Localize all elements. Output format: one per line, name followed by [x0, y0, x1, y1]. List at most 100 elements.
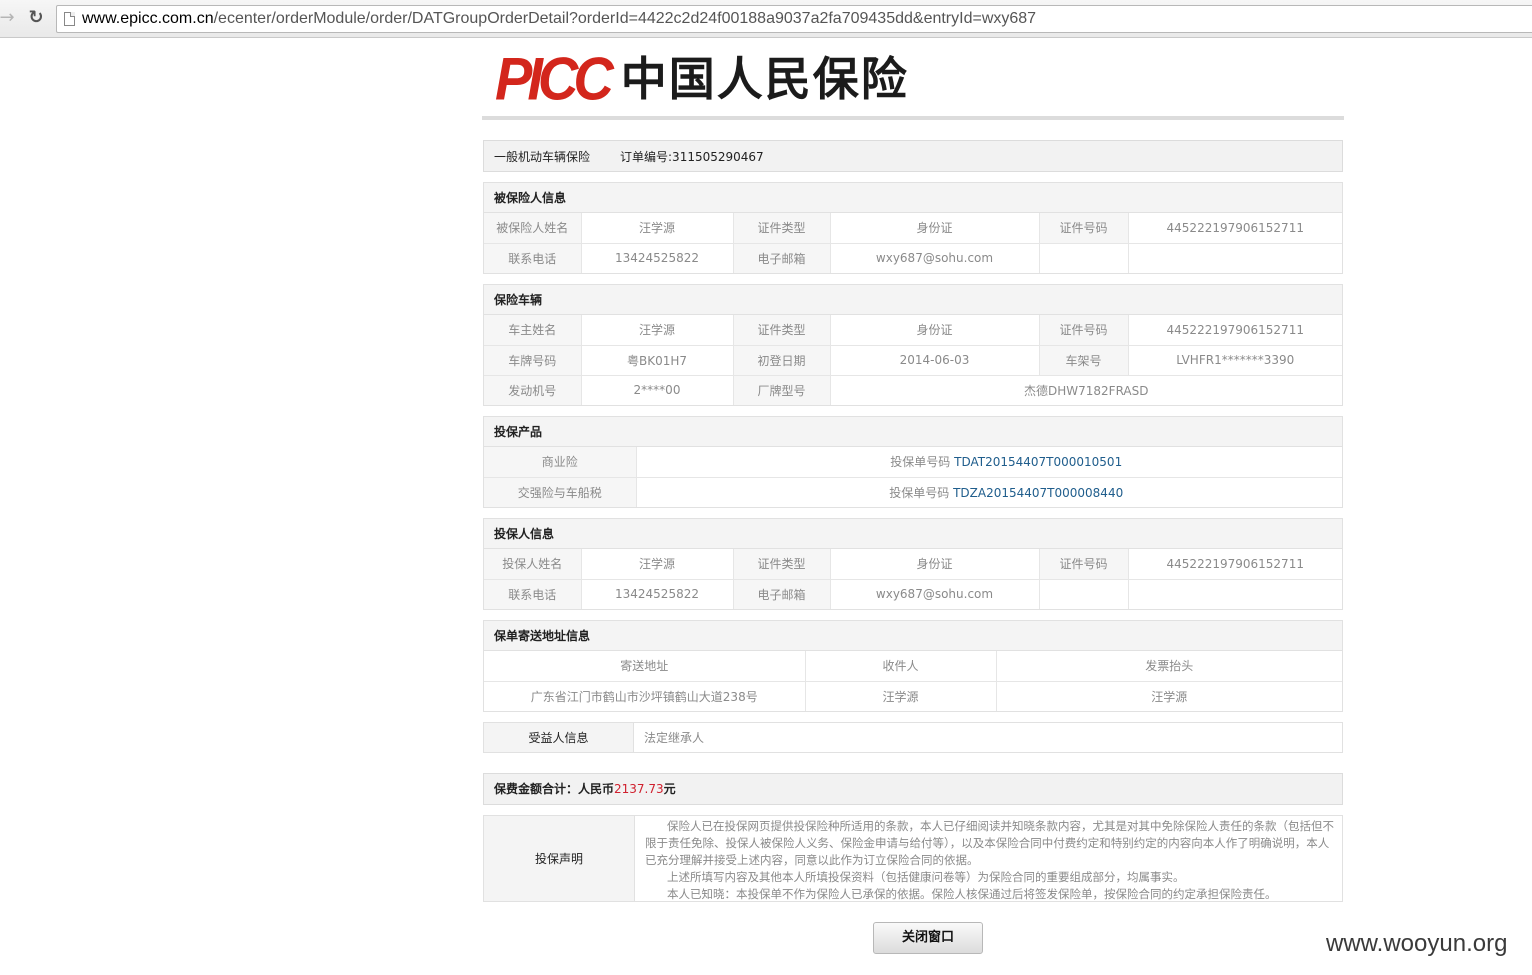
table-cell: 初登日期	[732, 344, 831, 376]
url-path: /ecenter/orderModule/order/DATGroupOrder…	[213, 10, 1037, 27]
table-cell: 13424525822	[580, 578, 734, 609]
insurance-category: 一般机动车辆保险	[494, 149, 591, 164]
table-cell	[1038, 578, 1129, 609]
watermark: www.wooyun.org	[1326, 930, 1508, 957]
premium-amount: 2137.73	[614, 782, 664, 796]
table-row: 车主姓名 汪学源 证件类型 身份证 证件号码 44522219790615271…	[484, 315, 1342, 346]
vehicle-table: 车主姓名 汪学源 证件类型 身份证 证件号码 44522219790615271…	[484, 315, 1342, 405]
vehicle-model: 杰德DHW7182FRASD	[829, 374, 1342, 405]
table-cell: 被保险人姓名	[484, 213, 582, 244]
section-title: 被保险人信息	[484, 183, 1342, 213]
declaration-text: 保险人已在投保网页提供投保险种所适用的条款，本人已仔细阅读并知晓条款内容，尤其是…	[635, 816, 1342, 901]
table-cell: wxy687@sohu.com	[829, 242, 1040, 273]
table-cell: 证件类型	[732, 213, 831, 244]
delivery-section: 保单寄送地址信息 寄送地址 收件人 发票抬头 广东省江门市鹤山市沙坪镇鹤山大道2…	[483, 620, 1343, 712]
table-cell	[1127, 578, 1342, 609]
table-cell: 2014-06-03	[829, 344, 1040, 376]
product-number-cell: 投保单号码 TDZA20154407T000008440	[635, 476, 1342, 507]
delivery-table: 寄送地址 收件人 发票抬头 广东省江门市鹤山市沙坪镇鹤山大道238号 汪学源 汪…	[484, 651, 1342, 711]
table-cell: 身份证	[829, 549, 1040, 580]
section-title: 投保产品	[484, 417, 1342, 447]
premium-label: 保费金额合计：人民币	[494, 782, 615, 796]
insured-section: 被保险人信息 被保险人姓名 汪学源 证件类型 身份证 证件号码 44522219…	[483, 182, 1343, 274]
model-label: 厂牌型号	[732, 374, 831, 405]
products-table: 商业险 投保单号码 TDAT20154407T000010501 交强险与车船税…	[484, 447, 1342, 507]
product-number-cell: 投保单号码 TDAT20154407T000010501	[635, 447, 1342, 478]
page-icon	[64, 12, 75, 26]
table-cell: 联系电话	[484, 578, 582, 609]
table-cell: 身份证	[829, 315, 1040, 346]
table-cell: 汪学源	[580, 549, 734, 580]
declaration-paragraph: 上述所填写内容及其他本人所填投保资料（包括健康问卷等）为保险合同的重要组成部分，…	[667, 870, 1185, 884]
logo-brand: PICC	[495, 44, 614, 113]
table-cell: 445222197906152711	[1127, 213, 1342, 244]
table-header: 发票抬头	[995, 651, 1342, 682]
products-section: 投保产品 商业险 投保单号码 TDAT20154407T000010501 交强…	[483, 416, 1343, 508]
table-cell: 电子邮箱	[732, 242, 831, 273]
product-number-prefix: 投保单号码	[889, 485, 954, 500]
table-cell: 汪学源	[580, 315, 734, 346]
table-row: 投保人姓名 汪学源 证件类型 身份证 证件号码 4452221979061527…	[484, 549, 1342, 580]
table-cell: 汪学源	[580, 213, 734, 244]
table-cell	[1127, 242, 1342, 273]
engine-number: 2****00	[580, 374, 734, 405]
engine-label: 发动机号	[484, 374, 582, 405]
product-number-prefix: 投保单号码	[890, 455, 955, 470]
order-number: 订单编号:311505290467	[620, 149, 764, 164]
table-row: 联系电话 13424525822 电子邮箱 wxy687@sohu.com	[484, 242, 1342, 273]
table-row: 发动机号 2****00 厂牌型号 杰德DHW7182FRASD	[484, 374, 1342, 405]
table-cell: LVHFR1*******3390	[1127, 344, 1342, 376]
url-text[interactable]: www.epicc.com.cn/ecenter/orderModule/ord…	[82, 10, 1036, 28]
table-cell: 身份证	[829, 213, 1040, 244]
table-row: 车牌号码 粤BK01H7 初登日期 2014-06-03 车架号 LVHFR1*…	[484, 344, 1342, 376]
table-row: 被保险人姓名 汪学源 证件类型 身份证 证件号码 445222197906152…	[484, 213, 1342, 244]
premium-unit: 元	[663, 782, 676, 796]
table-header: 收件人	[804, 651, 997, 682]
picc-logo: PICC 中国人民保险	[495, 44, 909, 113]
table-cell: 证件号码	[1038, 315, 1129, 346]
beneficiary-row: 受益人信息 法定继承人	[483, 722, 1343, 753]
table-cell: 13424525822	[580, 242, 734, 273]
table-cell: 汪学源	[804, 680, 997, 711]
product-name: 商业险	[484, 447, 637, 478]
proposal-number-link[interactable]: TDAT20154407T000010501	[954, 455, 1122, 469]
section-title: 投保人信息	[484, 519, 1342, 549]
product-name: 交强险与车船税	[484, 476, 637, 507]
proposal-number-link[interactable]: TDZA20154407T000008440	[953, 486, 1123, 500]
beneficiary-label: 受益人信息	[484, 723, 634, 752]
declaration-paragraph: 保险人已在投保网页提供投保险种所适用的条款，本人已仔细阅读并知晓条款内容，尤其是…	[645, 819, 1334, 867]
declaration-section: 投保声明 保险人已在投保网页提供投保险种所适用的条款，本人已仔细阅读并知晓条款内…	[483, 815, 1343, 902]
table-cell: 445222197906152711	[1127, 549, 1342, 580]
section-title: 保险车辆	[484, 285, 1342, 315]
table-cell: 车架号	[1038, 344, 1129, 376]
logo-name: 中国人民保险	[620, 52, 909, 106]
forward-arrow-icon[interactable]: →	[0, 6, 18, 30]
table-cell: 证件号码	[1038, 213, 1129, 244]
browser-toolbar: → ↻ www.epicc.com.cn/ecenter/orderModule…	[0, 0, 1532, 38]
declaration-paragraph: 本人已知晓：本投保单不作为保险人已承保的依据。保险人核保通过后将签发保险单，按保…	[667, 887, 1277, 901]
table-row: 商业险 投保单号码 TDAT20154407T000010501	[484, 447, 1342, 478]
vehicle-section: 保险车辆 车主姓名 汪学源 证件类型 身份证 证件号码 445222197906…	[483, 284, 1343, 406]
table-row: 联系电话 13424525822 电子邮箱 wxy687@sohu.com	[484, 578, 1342, 609]
table-cell: 投保人姓名	[484, 549, 582, 580]
table-cell: 联系电话	[484, 242, 582, 273]
header-divider	[482, 116, 1344, 120]
premium-total: 保费金额合计：人民币2137.73元	[483, 773, 1343, 805]
table-row: 寄送地址 收件人 发票抬头	[484, 651, 1342, 682]
table-cell: 粤BK01H7	[580, 344, 734, 376]
section-title: 保单寄送地址信息	[484, 621, 1342, 651]
table-cell	[1038, 242, 1129, 273]
close-window-button[interactable]: 关闭窗口	[873, 922, 983, 954]
table-row: 广东省江门市鹤山市沙坪镇鹤山大道238号 汪学源 汪学源	[484, 680, 1342, 711]
table-cell: 证件类型	[732, 315, 831, 346]
order-detail: 一般机动车辆保险 订单编号:311505290467 被保险人信息 被保险人姓名…	[483, 140, 1343, 902]
reload-icon[interactable]: ↻	[25, 6, 47, 30]
table-cell: 电子邮箱	[732, 578, 831, 609]
table-cell: wxy687@sohu.com	[829, 578, 1040, 609]
table-header: 寄送地址	[484, 651, 806, 682]
beneficiary-value: 法定继承人	[644, 731, 705, 745]
applicant-table: 投保人姓名 汪学源 证件类型 身份证 证件号码 4452221979061527…	[484, 549, 1342, 609]
applicant-section: 投保人信息 投保人姓名 汪学源 证件类型 身份证 证件号码 4452221979…	[483, 518, 1343, 610]
address-bar[interactable]: www.epicc.com.cn/ecenter/orderModule/ord…	[56, 5, 1532, 33]
table-cell: 证件类型	[732, 549, 831, 580]
